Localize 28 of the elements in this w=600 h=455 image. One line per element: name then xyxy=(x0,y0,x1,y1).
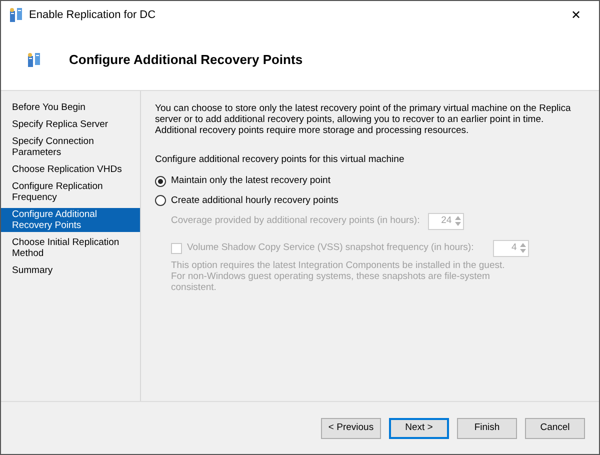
radio-label: Maintain only the latest recovery point xyxy=(171,174,330,188)
wizard-step[interactable]: Summary xyxy=(1,264,140,277)
wizard-step[interactable]: Choose Replication VHDs xyxy=(1,163,140,176)
server-icon xyxy=(9,7,23,23)
wizard-step[interactable]: Before You Begin xyxy=(1,101,140,114)
radio-button[interactable] xyxy=(155,176,166,187)
wizard-step[interactable]: Choose Initial Replication Method xyxy=(1,236,140,260)
section-label: Configure additional recovery points for this virtual machine xyxy=(155,153,406,167)
wizard-button[interactable]: Finish xyxy=(457,418,517,438)
wizard-button[interactable]: Cancel xyxy=(525,418,585,438)
page-heading: Configure Additional Recovery Points xyxy=(69,50,303,69)
wizard-button[interactable]: Next > xyxy=(389,418,449,438)
vss-label: Volume Shadow Copy Service (VSS) snapshot frequency (in hours): xyxy=(187,241,474,256)
window-title: Enable Replication for DC xyxy=(29,8,157,23)
spinner-arrows-icon xyxy=(518,241,527,256)
description-text: You can choose to store only the latest recovery point of the primary virtual machine on the Replica server or to add additional recovery points, allowing you to recover to an earlier point in time. Additional recovery points require more storage and processing resources. xyxy=(155,103,572,136)
spinner-arrows-icon xyxy=(454,214,462,228)
close-button[interactable]: ✕ xyxy=(561,3,591,27)
server-icon xyxy=(27,52,41,68)
wizard-button[interactable]: < Previous xyxy=(321,418,381,438)
wizard-step[interactable]: Configure Replication Frequency xyxy=(1,180,140,204)
coverage-label: Coverage provided by additional recovery points (in hours): xyxy=(171,214,420,228)
wizard-step[interactable]: Specify Replica Server xyxy=(1,118,140,131)
note-text: This option requires the latest Integration Components be installed in the guest. For non-Windows guest operating systems, these snapshots are file-system consistent. xyxy=(171,260,506,293)
radio-button[interactable] xyxy=(155,195,166,206)
wizard-step[interactable]: Specify Connection Parameters xyxy=(1,135,140,159)
radio-label: Create additional hourly recovery points xyxy=(171,194,338,208)
wizard-step[interactable]: Configure Additional Recovery Points xyxy=(1,208,140,232)
